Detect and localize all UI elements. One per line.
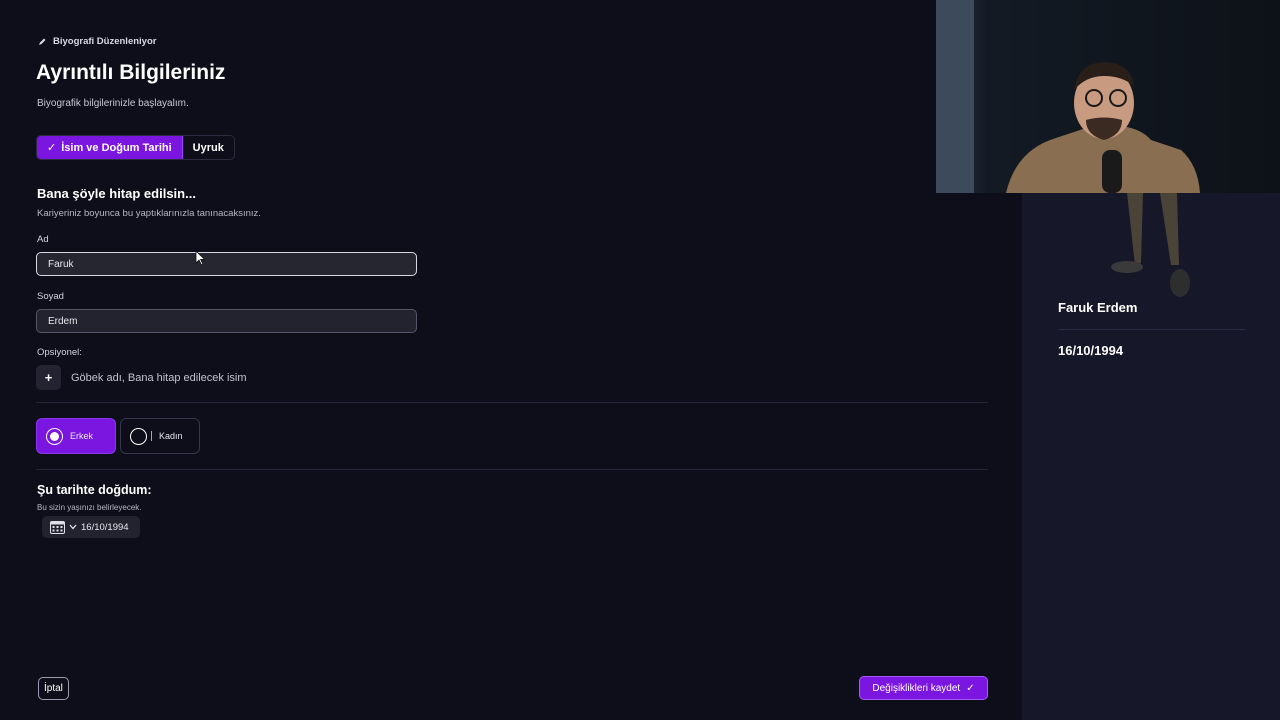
webcam-overlay: [936, 0, 1280, 193]
page-title: Ayrıntılı Bilgileriniz: [36, 61, 226, 84]
check-icon: ✓: [966, 682, 975, 694]
gender-option-male[interactable]: Erkek: [36, 418, 116, 454]
tab-bar: ✓ İsim ve Doğum Tarihi Uyruk: [36, 135, 235, 160]
profile-name: Faruk Erdem: [1058, 300, 1138, 315]
birth-date-title: Şu tarihte doğdum:: [37, 483, 152, 497]
pen-icon: [39, 38, 46, 45]
last-name-label: Soyad: [37, 291, 64, 302]
tab-label: İsim ve Doğum Tarihi: [61, 141, 172, 154]
tab-name-birthdate[interactable]: ✓ İsim ve Doğum Tarihi: [37, 136, 183, 159]
tab-label: Uyruk: [192, 141, 224, 154]
mouse-cursor-icon: [195, 250, 205, 266]
radio-checked-icon: [46, 427, 63, 445]
radio-unchecked-icon: [130, 427, 147, 445]
gender-radio-group: Erkek Kadın: [36, 418, 200, 454]
divider: [1058, 329, 1246, 330]
birth-date-picker[interactable]: 16/10/1994: [42, 516, 140, 538]
divider: [36, 402, 988, 403]
birth-date-description: Bu sizin yaşınızı belirleyecek.: [37, 503, 142, 512]
birth-date-value: 16/10/1994: [81, 521, 129, 533]
tab-nationality[interactable]: Uyruk: [183, 136, 234, 159]
gender-option-label: Kadın: [159, 431, 183, 441]
breadcrumb-label: Biyografi Düzenleniyor: [53, 36, 157, 47]
character-model-image: [1111, 193, 1190, 297]
webcam-person-image: [936, 0, 1280, 193]
plus-icon[interactable]: +: [36, 365, 61, 390]
calendar-icon: [50, 520, 65, 534]
page-subtitle: Biyografik bilgilerinizle başlayalım.: [37, 98, 189, 109]
first-name-label: Ad: [37, 234, 49, 245]
editor-main-panel: Biyografi Düzenleniyor Ayrıntılı Bilgile…: [0, 0, 1022, 720]
first-name-value: Faruk: [48, 258, 74, 270]
optional-label: Opsiyonel:: [37, 347, 82, 358]
gender-option-female[interactable]: Kadın: [120, 418, 200, 454]
last-name-input[interactable]: Erdem: [36, 309, 417, 333]
add-optional-name-text[interactable]: Göbek adı, Bana hitap edilecek isim: [71, 372, 247, 384]
first-name-input[interactable]: Faruk: [36, 252, 417, 276]
name-section-description: Kariyeriniz boyunca bu yaptıklarınızla t…: [37, 208, 261, 219]
cancel-button[interactable]: İptal: [38, 677, 69, 700]
save-changes-button[interactable]: Değişiklikleri kaydet ✓: [859, 676, 988, 700]
breadcrumb: Biyografi Düzenleniyor: [37, 36, 156, 47]
save-label: Değişiklikleri kaydet: [872, 682, 961, 694]
chevron-down-icon: [69, 524, 77, 530]
check-icon: ✓: [47, 142, 57, 154]
name-section-title: Bana şöyle hitap edilsin...: [37, 186, 196, 201]
last-name-value: Erdem: [48, 315, 78, 327]
text-caret: [151, 431, 152, 441]
add-optional-name-row[interactable]: + Göbek adı, Bana hitap edilecek isim: [36, 365, 247, 390]
divider: [36, 469, 988, 470]
profile-birth-date: 16/10/1994: [1058, 343, 1124, 358]
gender-option-label: Erkek: [70, 431, 94, 441]
